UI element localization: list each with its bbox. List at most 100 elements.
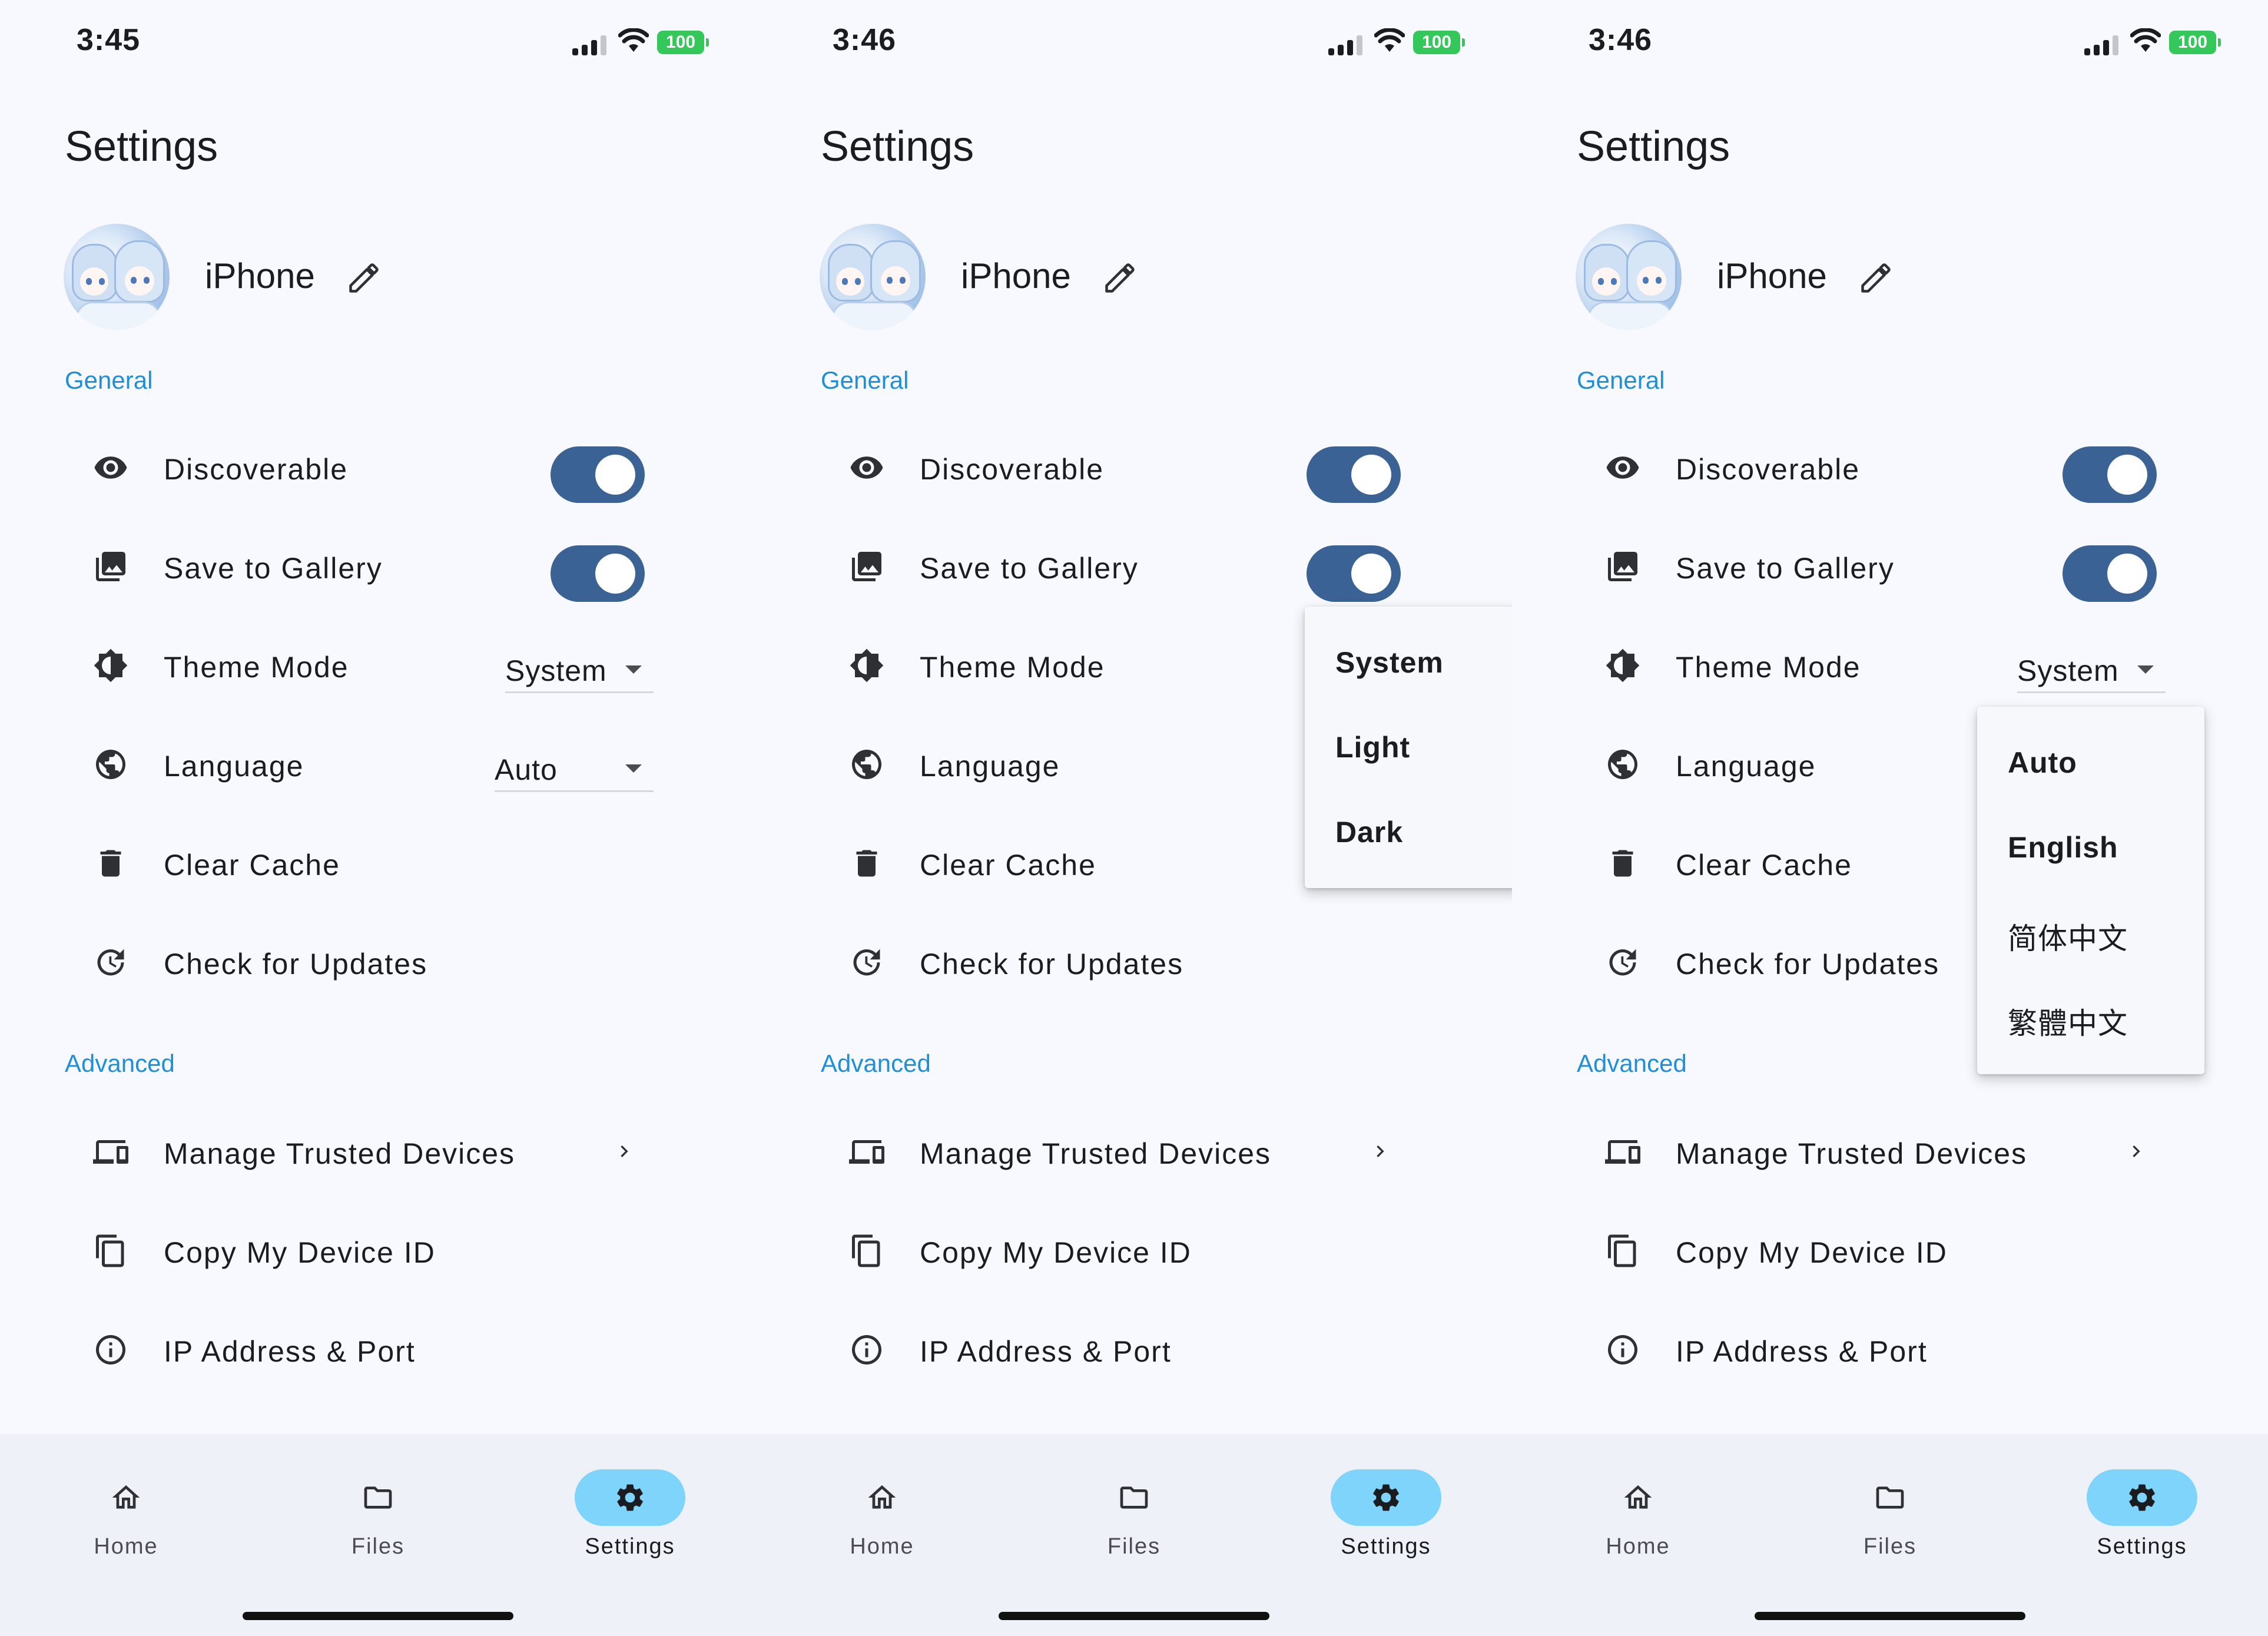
bottom-nav: Home Files Settings	[0, 1434, 756, 1636]
pencil-icon[interactable]	[1102, 260, 1138, 296]
profile: iPhone	[820, 224, 1349, 330]
nav-files-label: Files	[1107, 1534, 1161, 1559]
language-value: Auto	[495, 753, 558, 786]
copy-id-label: Copy My Device ID	[1676, 1236, 1948, 1269]
row-discoverable[interactable]: Discoverable	[65, 425, 659, 508]
eye-icon	[1606, 456, 1639, 479]
signal-icon	[1328, 35, 1364, 55]
row-ip-port[interactable]: IP Address & Port	[821, 1307, 1415, 1390]
chevron-right-icon	[621, 1145, 628, 1157]
nav-files[interactable]: Files	[313, 1469, 443, 1569]
language-option-zh-hant[interactable]: 繁體中文	[2008, 1000, 2128, 1042]
row-manage-devices[interactable]: Manage Trusted Devices	[821, 1110, 1415, 1192]
pencil-icon[interactable]	[1858, 260, 1894, 296]
theme-mode-dropdown[interactable]: System	[2017, 644, 2166, 693]
theme-mode-label: Theme Mode	[1676, 651, 1861, 684]
discoverable-toggle[interactable]	[2063, 446, 2157, 503]
language-option-english[interactable]: English	[2008, 830, 2118, 865]
row-manage-devices[interactable]: Manage Trusted Devices	[65, 1110, 659, 1192]
language-menu: Auto English 简体中文 繁體中文	[1977, 707, 2204, 1074]
check-updates-label: Check for Updates	[164, 948, 428, 981]
language-option-auto[interactable]: Auto	[2008, 746, 2077, 780]
globe-icon	[1608, 750, 1637, 779]
nav-files[interactable]: Files	[1069, 1469, 1199, 1569]
device-name: iPhone	[961, 256, 1071, 296]
avatar[interactable]	[820, 224, 926, 330]
update-icon	[97, 949, 124, 976]
nav-home[interactable]: Home	[817, 1469, 947, 1569]
avatar[interactable]	[64, 224, 170, 330]
section-general: General	[821, 366, 909, 394]
devices-icon	[1605, 1140, 1640, 1164]
save-to-gallery-toggle[interactable]	[551, 545, 645, 602]
battery-icon: 100	[1413, 31, 1466, 54]
manage-devices-label: Manage Trusted Devices	[920, 1137, 1272, 1170]
row-copy-id[interactable]: Copy My Device ID	[65, 1208, 659, 1291]
section-advanced: Advanced	[821, 1049, 931, 1077]
avatar[interactable]	[1576, 224, 1682, 330]
theme-mode-dropdown[interactable]: System	[505, 644, 654, 693]
nav-home[interactable]: Home	[61, 1469, 191, 1569]
row-copy-id[interactable]: Copy My Device ID	[1577, 1208, 2171, 1291]
theme-mode-label: Theme Mode	[164, 651, 349, 684]
row-save-to-gallery[interactable]: Save to Gallery	[65, 524, 659, 607]
nav-settings[interactable]: Settings	[565, 1469, 695, 1569]
caret-down-icon	[625, 665, 642, 674]
page-title: Settings	[1577, 123, 1730, 170]
row-language[interactable]: Language Auto	[65, 722, 659, 804]
row-manage-devices[interactable]: Manage Trusted Devices	[1577, 1110, 2171, 1192]
row-discoverable[interactable]: Discoverable	[821, 425, 1415, 508]
row-clear-cache[interactable]: Clear Cache	[65, 821, 659, 903]
wifi-icon	[1374, 28, 1405, 52]
row-theme-mode[interactable]: Theme Mode System	[65, 623, 659, 706]
nav-files-label: Files	[351, 1534, 405, 1559]
pencil-icon[interactable]	[346, 260, 382, 296]
signal-icon	[2084, 35, 2120, 55]
row-theme-mode[interactable]: Theme Mode System	[1577, 623, 2171, 706]
row-check-updates[interactable]: Check for Updates	[65, 920, 659, 1002]
nav-settings[interactable]: Settings	[2077, 1469, 2207, 1569]
row-check-updates[interactable]: Check for Updates	[821, 920, 1415, 1002]
save-to-gallery-toggle[interactable]	[1307, 545, 1401, 602]
theme-option-dark[interactable]: Dark	[1335, 815, 1403, 849]
row-save-to-gallery[interactable]: Save to Gallery	[1577, 524, 2171, 607]
info-icon	[1608, 1335, 1637, 1365]
discoverable-label: Discoverable	[920, 453, 1105, 486]
trash-icon	[856, 850, 877, 877]
discoverable-toggle[interactable]	[1307, 446, 1401, 503]
save-to-gallery-label: Save to Gallery	[920, 552, 1139, 585]
theme-option-light[interactable]: Light	[1335, 730, 1410, 764]
section-general: General	[1577, 366, 1665, 394]
row-ip-port[interactable]: IP Address & Port	[65, 1307, 659, 1390]
copy-icon	[852, 1234, 880, 1267]
info-icon	[96, 1335, 125, 1365]
signal-icon	[572, 35, 608, 55]
profile: iPhone	[1576, 224, 2105, 330]
theme-icon	[850, 648, 884, 683]
copy-icon	[1608, 1234, 1636, 1267]
language-option-zh-hans[interactable]: 简体中文	[2008, 915, 2128, 958]
section-advanced: Advanced	[65, 1049, 175, 1077]
home-indicator	[243, 1612, 513, 1620]
discoverable-toggle[interactable]	[551, 446, 645, 503]
save-to-gallery-toggle[interactable]	[2063, 545, 2157, 602]
row-save-to-gallery[interactable]: Save to Gallery	[821, 524, 1415, 607]
language-dropdown[interactable]: Auto	[495, 743, 654, 792]
profile: iPhone	[64, 224, 593, 330]
folder-icon	[364, 1486, 392, 1509]
nav-files[interactable]: Files	[1825, 1469, 1955, 1569]
nav-settings[interactable]: Settings	[1321, 1469, 1451, 1569]
check-updates-label: Check for Updates	[1676, 948, 1940, 981]
row-ip-port[interactable]: IP Address & Port	[1577, 1307, 2171, 1390]
row-copy-id[interactable]: Copy My Device ID	[821, 1208, 1415, 1291]
theme-option-system[interactable]: System	[1335, 645, 1444, 680]
check-updates-label: Check for Updates	[920, 948, 1184, 981]
row-discoverable[interactable]: Discoverable	[1577, 425, 2171, 508]
nav-home-label: Home	[1606, 1534, 1670, 1559]
chevron-right-icon	[1377, 1145, 1384, 1157]
language-label: Language	[920, 750, 1060, 783]
nav-home[interactable]: Home	[1573, 1469, 1703, 1569]
bottom-nav: Home Files Settings	[756, 1434, 1512, 1636]
battery-level: 100	[1413, 31, 1460, 54]
battery-level: 100	[2169, 31, 2216, 54]
